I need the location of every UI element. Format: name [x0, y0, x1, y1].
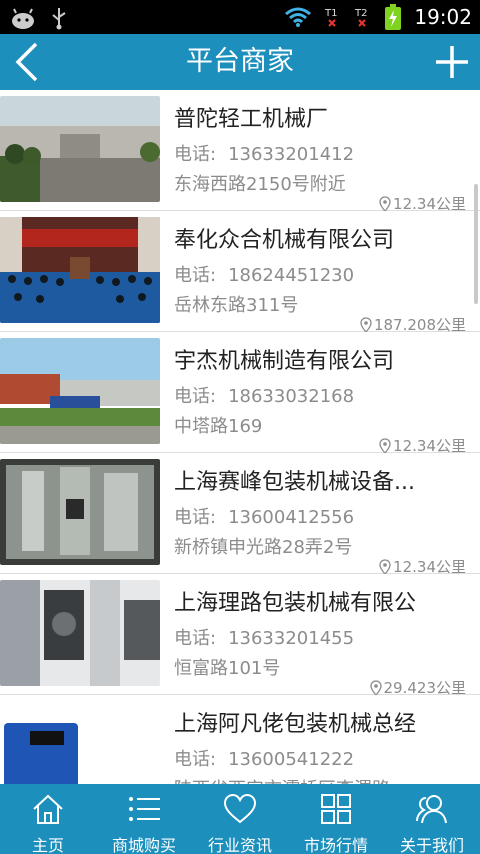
list-item[interactable]: 上海理路包装机械有限公 电话: 13633201455 恒富路101号 29.42…	[0, 574, 480, 697]
phone-number: 13633201455	[228, 628, 355, 649]
list-item[interactable]: 上海赛峰包装机械设备... 电话: 13600412556 新桥镇申光路28弄2号…	[0, 453, 480, 576]
signal-2-icon: T2	[354, 5, 372, 29]
add-button[interactable]	[430, 40, 474, 84]
tab-about[interactable]: 关于我们	[384, 784, 480, 854]
merchant-name: 上海理路包装机械有限公	[174, 591, 417, 616]
merchant-photo	[0, 580, 160, 686]
merchant-address: 东海西路2150号附近	[174, 174, 346, 195]
bottom-tab-bar: 主页 商城购买 行业资讯 市场行情 关于我们	[0, 784, 480, 854]
merchant-name: 上海阿凡佬包装机械总经	[174, 712, 417, 737]
phone-number: 13600541222	[228, 749, 355, 770]
scrollbar[interactable]	[474, 184, 478, 304]
location-pin-icon	[379, 195, 391, 212]
list-item[interactable]: 奉化众合机械有限公司 电话: 18624451230 岳林东路311号 187.2…	[0, 211, 480, 334]
android-debug-icon	[10, 7, 36, 29]
merchant-photo	[0, 338, 160, 444]
heart-icon	[222, 792, 258, 830]
merchant-address: 岳林东路311号	[174, 295, 299, 316]
battery-charging-icon	[384, 4, 402, 30]
merchant-address: 新桥镇申光路28弄2号	[174, 537, 353, 558]
list-icon	[126, 792, 162, 830]
merchant-photo	[0, 96, 160, 202]
phone-number: 18624451230	[228, 265, 355, 286]
usb-icon	[50, 6, 68, 30]
merchant-name: 普陀轻工机械厂	[174, 107, 329, 132]
merchant-phone: 电话: 13600412556	[174, 503, 354, 529]
merchant-address: 恒富路101号	[174, 658, 281, 679]
location-pin-icon	[379, 437, 391, 454]
phone-label: 电话:	[174, 507, 217, 528]
phone-label: 电话:	[174, 386, 217, 407]
svg-text:T1: T1	[324, 8, 337, 19]
plus-icon	[436, 46, 468, 78]
merchant-photo	[0, 701, 160, 784]
location-pin-icon	[379, 558, 391, 575]
status-bar: T1 T2 19:02	[0, 0, 480, 34]
tab-label: 商城购买	[111, 836, 176, 854]
home-icon	[31, 792, 65, 830]
tab-label: 行业资讯	[207, 836, 272, 854]
list-item[interactable]: 普陀轻工机械厂 电话: 13633201412 东海西路2150号附近 12.34…	[0, 90, 480, 213]
tab-home[interactable]: 主页	[0, 784, 96, 854]
merchant-list[interactable]: 普陀轻工机械厂 电话: 13633201412 东海西路2150号附近 12.34…	[0, 90, 480, 784]
merchant-name: 宇杰机械制造有限公司	[174, 349, 395, 374]
tab-market[interactable]: 市场行情	[288, 784, 384, 854]
merchant-phone: 电话: 13600541222	[174, 745, 354, 771]
tab-shop[interactable]: 商城购买	[96, 784, 192, 854]
phone-number: 13633201412	[228, 144, 355, 165]
merchant-name: 上海赛峰包装机械设备...	[174, 470, 415, 495]
merchant-name: 奉化众合机械有限公司	[174, 228, 395, 253]
list-item[interactable]: 上海阿凡佬包装机械总经 电话: 13600541222 陕西省西安市灞桥区李渭路	[0, 695, 480, 784]
phone-label: 电话:	[174, 144, 217, 165]
back-button[interactable]	[6, 38, 54, 86]
title-bar: 平台商家	[0, 34, 480, 90]
people-icon	[414, 792, 450, 830]
merchant-phone: 电话: 13633201412	[174, 140, 354, 166]
location-pin-icon	[360, 316, 372, 333]
wifi-icon	[284, 6, 312, 28]
merchant-photo	[0, 217, 160, 323]
signal-1-icon: T1	[324, 5, 342, 29]
merchant-phone: 电话: 18624451230	[174, 261, 354, 287]
merchant-address: 陕西省西安市灞桥区李渭路	[174, 775, 390, 784]
list-item[interactable]: 宇杰机械制造有限公司 电话: 18633032168 中塔路169 12.34公里	[0, 332, 480, 455]
page-title: 平台商家	[186, 46, 294, 77]
phone-label: 电话:	[174, 628, 217, 649]
tab-label: 关于我们	[399, 836, 464, 854]
merchant-phone: 电话: 13633201455	[174, 624, 354, 650]
merchant-address: 中塔路169	[174, 416, 263, 437]
location-pin-icon	[369, 679, 382, 696]
tab-label: 市场行情	[303, 836, 368, 854]
status-time: 19:02	[414, 5, 472, 29]
tab-news[interactable]: 行业资讯	[192, 784, 288, 854]
phone-number: 13600412556	[228, 507, 355, 528]
grid-icon	[319, 792, 353, 830]
phone-label: 电话:	[174, 265, 217, 286]
merchant-photo	[0, 459, 160, 565]
chevron-left-icon	[15, 42, 38, 82]
tab-label: 主页	[31, 836, 64, 854]
phone-number: 18633032168	[228, 386, 355, 407]
phone-label: 电话:	[174, 749, 217, 770]
svg-text:T2: T2	[354, 8, 367, 19]
merchant-phone: 电话: 18633032168	[174, 382, 354, 408]
